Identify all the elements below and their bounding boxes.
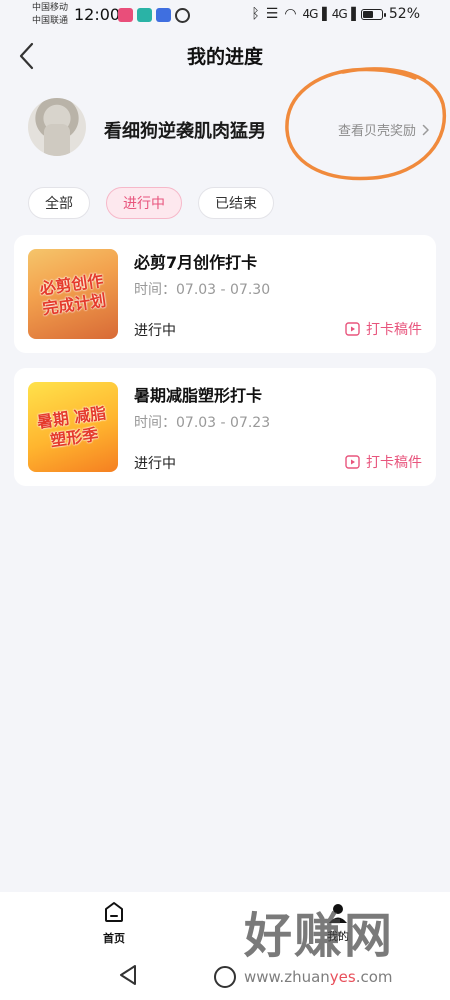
home-icon [105, 902, 123, 922]
status-bar: 中国移动 中国联通 12:00 ᛒ ☰ ◠ 4G▐ 4G▐ 52% [0, 0, 450, 32]
alarm-icon [175, 8, 190, 23]
activity-card[interactable]: 暑期 减脂塑形季 暑期减脂塑形打卡 时间：07.03 - 07.23 进行中 打… [14, 368, 436, 486]
notification-app-icon [118, 8, 133, 22]
bottom-nav: 首页 我的 [0, 892, 450, 952]
activity-status: 进行中 [134, 456, 176, 472]
carrier-1: 中国移动 [32, 3, 69, 13]
battery-icon [360, 8, 386, 20]
notification-icons [118, 8, 190, 23]
thumbnail-text: 必剪创作 完成计划 [38, 270, 108, 319]
signal-4g-icon: 4G▐ [331, 7, 356, 21]
system-home-icon[interactable] [214, 966, 236, 988]
user-icon [329, 904, 347, 923]
video-upload-icon [345, 455, 360, 469]
vibrate-icon: ☰ [265, 6, 279, 22]
carrier-info: 中国移动 中国联通 [32, 2, 68, 28]
activity-title: 暑期减脂塑形打卡 [134, 386, 263, 405]
checkin-submission-label: 打卡稿件 [366, 322, 422, 338]
activity-thumbnail: 暑期 减脂塑形季 [28, 382, 118, 472]
wifi-icon: ◠ [284, 6, 297, 22]
nav-me[interactable]: 我的 [320, 902, 356, 944]
page-title: 我的进度 [186, 46, 263, 68]
nav-home[interactable]: 首页 [94, 900, 134, 946]
battery-percent: 52% [388, 6, 420, 22]
checkin-submission-label: 打卡稿件 [366, 455, 422, 471]
tab-all[interactable]: 全部 [28, 187, 90, 219]
activity-time: 时间：07.03 - 07.23 [134, 415, 271, 431]
system-nav-bar [0, 952, 450, 1000]
status-time: 12:00 [74, 5, 121, 24]
activity-thumbnail: 必剪创作 完成计划 [28, 249, 118, 339]
activity-time: 时间：07.03 - 07.30 [134, 282, 271, 298]
view-rewards-link[interactable]: 查看贝壳奖励 [338, 120, 430, 139]
nav-home-label: 首页 [103, 932, 125, 945]
checkin-submission-button[interactable]: 打卡稿件 [345, 319, 422, 339]
activity-status: 进行中 [134, 323, 176, 339]
tab-in-progress[interactable]: 进行中 [106, 187, 182, 219]
activity-title: 必剪7月创作打卡 [134, 253, 258, 272]
chevron-right-icon [422, 124, 429, 135]
video-upload-icon [345, 322, 360, 336]
status-indicators: ᛒ ☰ ◠ 4G▐ 4G▐ 52% [251, 6, 420, 22]
bluetooth-icon: ᛒ [251, 6, 260, 22]
tab-ended[interactable]: 已结束 [198, 187, 274, 219]
activity-card[interactable]: 必剪创作 完成计划 必剪7月创作打卡 时间：07.03 - 07.30 进行中 … [14, 235, 436, 353]
signal-4g-icon: 4G▐ [302, 7, 327, 21]
nav-me-label: 我的 [327, 930, 349, 943]
system-back-icon[interactable] [118, 964, 138, 986]
notification-app-icon [137, 8, 152, 22]
filter-tabs: 全部 进行中 已结束 [28, 187, 274, 219]
checkin-submission-button[interactable]: 打卡稿件 [345, 452, 422, 472]
view-rewards-label: 查看贝壳奖励 [337, 124, 416, 139]
thumbnail-text: 暑期 减脂塑形季 [35, 403, 108, 451]
notification-app-icon [156, 8, 171, 22]
carrier-2: 中国联通 [32, 16, 69, 26]
username: 看细狗逆袭肌肉猛男 [104, 121, 266, 142]
avatar[interactable] [28, 98, 86, 156]
